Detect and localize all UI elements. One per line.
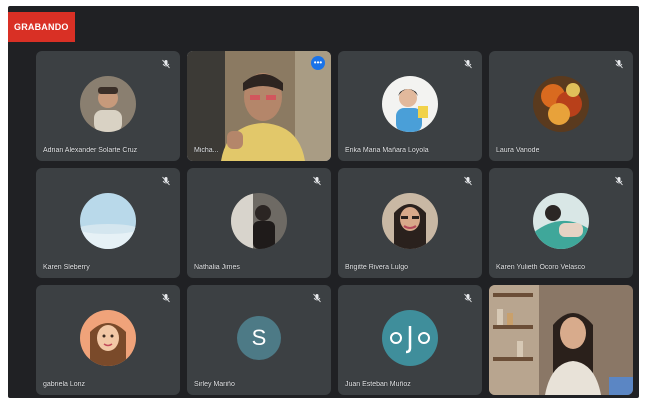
avatar <box>382 192 438 249</box>
participant-tile[interactable]: Laura Vanode <box>489 51 633 161</box>
participant-name: Juan Esteban Muñoz <box>345 381 411 388</box>
participant-tile[interactable]: S Sirley Mariño <box>187 285 331 395</box>
avatar <box>382 309 438 366</box>
participant-name: gabriela Lonz <box>43 381 86 388</box>
participant-tile[interactable]: Erika Maria Mañara Loyola <box>338 51 482 161</box>
participant-name: Adrian Alexander Solarte Cruz <box>43 147 138 154</box>
participant-tile[interactable]: Karen Yulieth Ocoro Velasco <box>489 168 633 278</box>
participant-tile-speaking[interactable]: ••• Micha... <box>187 51 331 161</box>
avatar <box>533 192 589 249</box>
participant-tile[interactable]: Brigitte Rivera Lulgo <box>338 168 482 278</box>
participant-name: Brigitte Rivera Lulgo <box>345 264 409 271</box>
participant-tile[interactable]: Adrian Alexander Solarte Cruz <box>36 51 180 161</box>
mic-off-icon <box>615 176 623 186</box>
speaking-indicator-icon: ••• <box>311 56 325 70</box>
mic-off-icon <box>464 59 472 69</box>
participant-name: Erika Maria Mañara Loyola <box>345 147 429 154</box>
participant-name: Nathalia Jimes <box>194 264 240 271</box>
recording-badge: GRABANDO <box>8 12 75 42</box>
participant-tile[interactable]: Juan Esteban Muñoz <box>338 285 482 395</box>
mic-off-icon <box>162 59 170 69</box>
avatar <box>382 75 438 132</box>
participant-name: Karen Yulieth Ocoro Velasco <box>496 264 585 271</box>
participant-name: Karen Sleberry <box>43 264 90 271</box>
avatar <box>533 75 589 132</box>
participant-tile[interactable]: gabriela Lonz <box>36 285 180 395</box>
participant-tile[interactable]: Nathalia Jimes <box>187 168 331 278</box>
participant-name: Sirley Mariño <box>194 381 235 388</box>
mic-off-icon <box>313 293 321 303</box>
participant-video <box>187 51 331 161</box>
mic-off-icon <box>313 176 321 186</box>
avatar <box>231 192 287 249</box>
letter-avatar: S <box>237 315 281 360</box>
mic-off-icon <box>615 59 623 69</box>
participant-tile-video[interactable] <box>489 285 633 395</box>
mic-off-icon <box>162 176 170 186</box>
avatar <box>80 192 136 249</box>
participant-name: Laura Vanode <box>496 147 540 154</box>
meeting-window: GRABANDO Adrian Alexander Solarte Cruz •… <box>8 6 639 398</box>
mic-off-icon <box>464 293 472 303</box>
mic-off-icon <box>162 293 170 303</box>
participant-name: Micha... <box>194 147 219 154</box>
participant-video <box>489 285 633 395</box>
avatar <box>80 75 136 132</box>
participant-tile[interactable]: Karen Sleberry <box>36 168 180 278</box>
mic-off-icon <box>464 176 472 186</box>
participant-grid: Adrian Alexander Solarte Cruz ••• Micha.… <box>36 51 633 395</box>
avatar <box>80 309 136 366</box>
